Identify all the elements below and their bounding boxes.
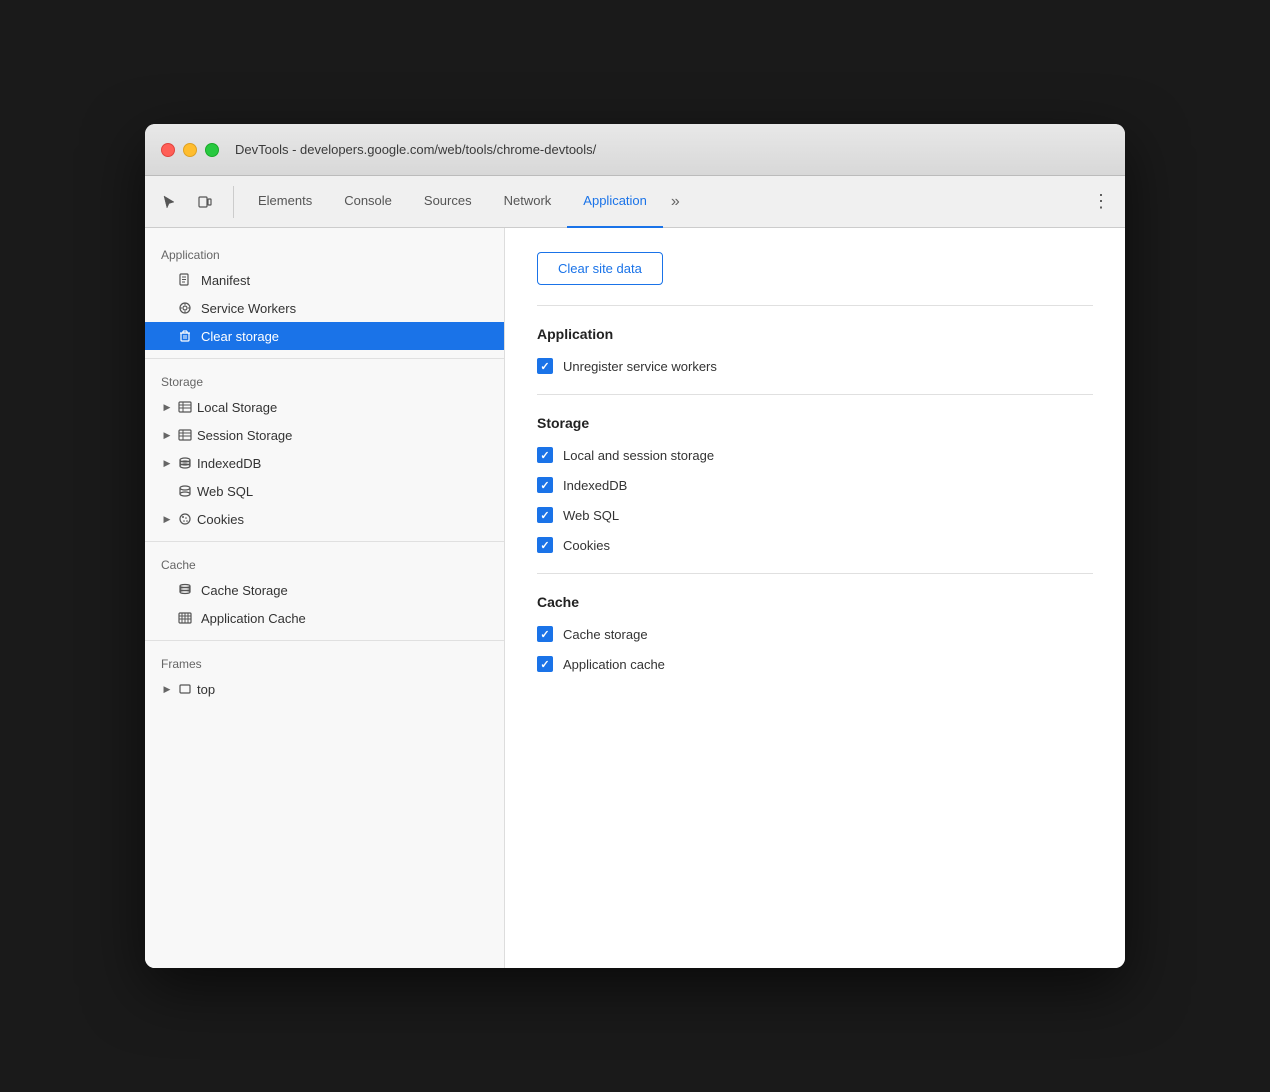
- checkbox-app-cache-input[interactable]: [537, 656, 553, 672]
- divider-3: [145, 640, 504, 641]
- manifest-label: Manifest: [201, 273, 250, 288]
- cursor-icon[interactable]: [153, 186, 185, 218]
- sidebar-item-web-sql[interactable]: Web SQL: [145, 477, 504, 505]
- checkbox-unregister-sw-label: Unregister service workers: [563, 359, 717, 374]
- checkbox-indexeddb: IndexedDB: [537, 477, 1093, 493]
- more-tabs-button[interactable]: »: [663, 193, 688, 211]
- checkbox-app-cache: Application cache: [537, 656, 1093, 672]
- clear-storage-icon: [177, 328, 193, 344]
- close-button[interactable]: [161, 143, 175, 157]
- checkbox-unregister-sw-input[interactable]: [537, 358, 553, 374]
- cache-storage-label: Cache Storage: [201, 583, 288, 598]
- content-section-cache: Cache Cache storage Application cache: [537, 594, 1093, 672]
- content-area: Clear site data Application Unregister s…: [505, 228, 1125, 968]
- checkbox-cache-storage-input[interactable]: [537, 626, 553, 642]
- content-section-application: Application Unregister service workers: [537, 326, 1093, 374]
- content-divider-1: [537, 305, 1093, 306]
- checkbox-local-session-input[interactable]: [537, 447, 553, 463]
- tab-console[interactable]: Console: [328, 176, 408, 228]
- toolbar-icon-group: [153, 186, 234, 218]
- checkbox-cache-storage-label: Cache storage: [563, 627, 648, 642]
- local-storage-arrow: ▶: [161, 401, 173, 413]
- sidebar: Application Manifest: [145, 228, 505, 968]
- content-divider-3: [537, 573, 1093, 574]
- devtools-window: DevTools - developers.google.com/web/too…: [145, 124, 1125, 968]
- local-storage-label: Local Storage: [197, 400, 277, 415]
- session-storage-label: Session Storage: [197, 428, 292, 443]
- tab-sources[interactable]: Sources: [408, 176, 488, 228]
- tab-application[interactable]: Application: [567, 176, 663, 228]
- session-storage-icon: [177, 427, 193, 443]
- window-title: DevTools - developers.google.com/web/too…: [235, 142, 596, 157]
- sidebar-item-cookies[interactable]: ▶ Cookies: [145, 505, 504, 533]
- indexeddb-icon: [177, 455, 193, 471]
- sidebar-item-top[interactable]: ▶ top: [145, 675, 504, 703]
- session-storage-arrow: ▶: [161, 429, 173, 441]
- toolbar: Elements Console Sources Network Applica…: [145, 176, 1125, 228]
- tab-elements[interactable]: Elements: [242, 176, 328, 228]
- content-section-application-title: Application: [537, 326, 1093, 342]
- checkbox-unregister-sw: Unregister service workers: [537, 358, 1093, 374]
- sidebar-item-local-storage[interactable]: ▶ Local Storage: [145, 393, 504, 421]
- checkbox-web-sql-input[interactable]: [537, 507, 553, 523]
- web-sql-icon: [177, 483, 193, 499]
- cookies-icon: [177, 511, 193, 527]
- tab-network[interactable]: Network: [488, 176, 568, 228]
- clear-site-data-button[interactable]: Clear site data: [537, 252, 663, 285]
- top-label: top: [197, 682, 215, 697]
- top-frame-icon: [177, 681, 193, 697]
- application-cache-label: Application Cache: [201, 611, 306, 626]
- checkbox-app-cache-label: Application cache: [563, 657, 665, 672]
- device-icon[interactable]: [189, 186, 221, 218]
- sidebar-section-cache-header: Cache: [145, 550, 504, 576]
- sidebar-item-service-workers[interactable]: Service Workers: [145, 294, 504, 322]
- sidebar-item-clear-storage[interactable]: Clear storage: [145, 322, 504, 350]
- cookies-label: Cookies: [197, 512, 244, 527]
- checkbox-cookies-label: Cookies: [563, 538, 610, 553]
- clear-storage-label: Clear storage: [201, 329, 279, 344]
- sidebar-section-frames-header: Frames: [145, 649, 504, 675]
- main-content: Application Manifest: [145, 228, 1125, 968]
- checkbox-web-sql-label: Web SQL: [563, 508, 619, 523]
- manifest-icon: [177, 272, 193, 288]
- indexeddb-arrow: ▶: [161, 457, 173, 469]
- titlebar: DevTools - developers.google.com/web/too…: [145, 124, 1125, 176]
- local-storage-icon: [177, 399, 193, 415]
- tab-bar: Elements Console Sources Network Applica…: [242, 176, 1085, 228]
- sidebar-item-application-cache[interactable]: Application Cache: [145, 604, 504, 632]
- content-section-storage-title: Storage: [537, 415, 1093, 431]
- content-divider-2: [537, 394, 1093, 395]
- checkbox-indexeddb-input[interactable]: [537, 477, 553, 493]
- maximize-button[interactable]: [205, 143, 219, 157]
- sidebar-item-indexeddb[interactable]: ▶ IndexedDB: [145, 449, 504, 477]
- checkbox-local-session: Local and session storage: [537, 447, 1093, 463]
- top-arrow: ▶: [161, 683, 173, 695]
- application-cache-icon: [177, 610, 193, 626]
- divider-1: [145, 358, 504, 359]
- service-workers-icon: [177, 300, 193, 316]
- checkbox-cookies-input[interactable]: [537, 537, 553, 553]
- sidebar-item-manifest[interactable]: Manifest: [145, 266, 504, 294]
- checkbox-cookies: Cookies: [537, 537, 1093, 553]
- checkbox-indexeddb-label: IndexedDB: [563, 478, 627, 493]
- sidebar-section-storage-header: Storage: [145, 367, 504, 393]
- sidebar-section-application-header: Application: [145, 240, 504, 266]
- checkbox-cache-storage: Cache storage: [537, 626, 1093, 642]
- content-section-cache-title: Cache: [537, 594, 1093, 610]
- indexeddb-label: IndexedDB: [197, 456, 261, 471]
- devtools-menu-button[interactable]: ⋮: [1085, 186, 1117, 218]
- service-workers-label: Service Workers: [201, 301, 296, 316]
- traffic-lights: [161, 143, 219, 157]
- cache-storage-icon: [177, 582, 193, 598]
- minimize-button[interactable]: [183, 143, 197, 157]
- web-sql-label: Web SQL: [197, 484, 253, 499]
- checkbox-local-session-label: Local and session storage: [563, 448, 714, 463]
- cookies-arrow: ▶: [161, 513, 173, 525]
- sidebar-item-session-storage[interactable]: ▶ Session Storage: [145, 421, 504, 449]
- content-section-storage: Storage Local and session storage Indexe…: [537, 415, 1093, 553]
- sidebar-item-cache-storage[interactable]: Cache Storage: [145, 576, 504, 604]
- checkbox-web-sql: Web SQL: [537, 507, 1093, 523]
- divider-2: [145, 541, 504, 542]
